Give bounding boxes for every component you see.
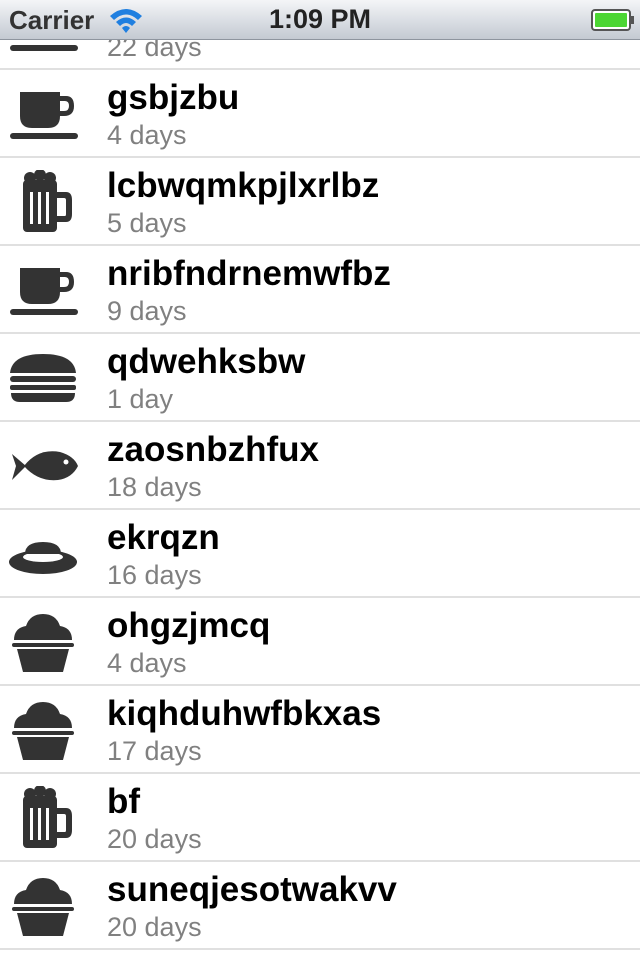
coffee-cup-icon bbox=[8, 258, 78, 322]
list-item[interactable]: suneqjesotwakvv 20 days bbox=[0, 862, 640, 950]
list-item[interactable]: ohgzjmcq 4 days bbox=[0, 598, 640, 686]
list-item-subtitle: 16 days bbox=[107, 560, 202, 590]
list-item-title: bf bbox=[107, 782, 141, 821]
cupcake-icon bbox=[8, 874, 78, 938]
list-item-subtitle: 4 days bbox=[107, 648, 187, 678]
list-item-subtitle: 20 days bbox=[107, 824, 202, 854]
list-item-title: ohgzjmcq bbox=[107, 606, 271, 645]
cupcake-icon bbox=[8, 610, 78, 674]
beer-mug-icon bbox=[8, 169, 78, 234]
list-item-title: nribfndrnemwfbz bbox=[107, 254, 391, 293]
clock-label: 1:09 PM bbox=[268, 4, 372, 34]
list-item[interactable]: lcbwqmkpjlxrlbz 5 days bbox=[0, 158, 640, 246]
list-item-title: suneqjesotwakvv bbox=[107, 870, 397, 909]
list-item[interactable]: gsbjzbu 4 days bbox=[0, 70, 640, 158]
beer-mug-icon bbox=[8, 785, 78, 850]
list-item-subtitle: 4 days bbox=[107, 120, 187, 150]
plate-icon bbox=[8, 522, 78, 586]
list-item-title: lcbwqmkpjlxrlbz bbox=[107, 166, 380, 205]
list-item-subtitle: 20 days bbox=[107, 912, 202, 942]
list-item-subtitle: 5 days bbox=[107, 208, 187, 238]
status-bar: Carrier 1:09 PM bbox=[0, 0, 640, 40]
list-item[interactable]: qdwehksbw 1 day bbox=[0, 334, 640, 422]
list-item-title: ekrqzn bbox=[107, 518, 220, 557]
coffee-cup-icon bbox=[8, 82, 78, 146]
list-item-subtitle: 9 days bbox=[107, 296, 187, 326]
list-item-title: qdwehksbw bbox=[107, 342, 306, 381]
list-item-title: kiqhduhwfbkxas bbox=[107, 694, 382, 733]
battery-icon bbox=[591, 9, 635, 31]
screen: Carrier 1:09 PM 22 days gsbjzbu 4 days l… bbox=[0, 0, 640, 960]
list-item-title: gsbjzbu bbox=[107, 78, 240, 117]
food-list: 22 days gsbjzbu 4 days lcbwqmkpjlxrlbz 5 d… bbox=[0, 0, 640, 950]
list-item[interactable]: bf 20 days bbox=[0, 774, 640, 862]
list-item[interactable]: kiqhduhwfbkxas 17 days bbox=[0, 686, 640, 774]
list-item-subtitle: 1 day bbox=[107, 384, 174, 414]
fish-icon bbox=[8, 434, 78, 498]
list-item-subtitle: 17 days bbox=[107, 736, 202, 766]
burger-icon bbox=[8, 346, 78, 410]
list-item-subtitle: 18 days bbox=[107, 472, 202, 502]
list-item[interactable]: nribfndrnemwfbz 9 days bbox=[0, 246, 640, 334]
list-item-title: zaosnbzhfux bbox=[107, 430, 319, 469]
list-item[interactable]: ekrqzn 16 days bbox=[0, 510, 640, 598]
cupcake-icon bbox=[8, 698, 78, 762]
list-item[interactable]: zaosnbzhfux 18 days bbox=[0, 422, 640, 510]
